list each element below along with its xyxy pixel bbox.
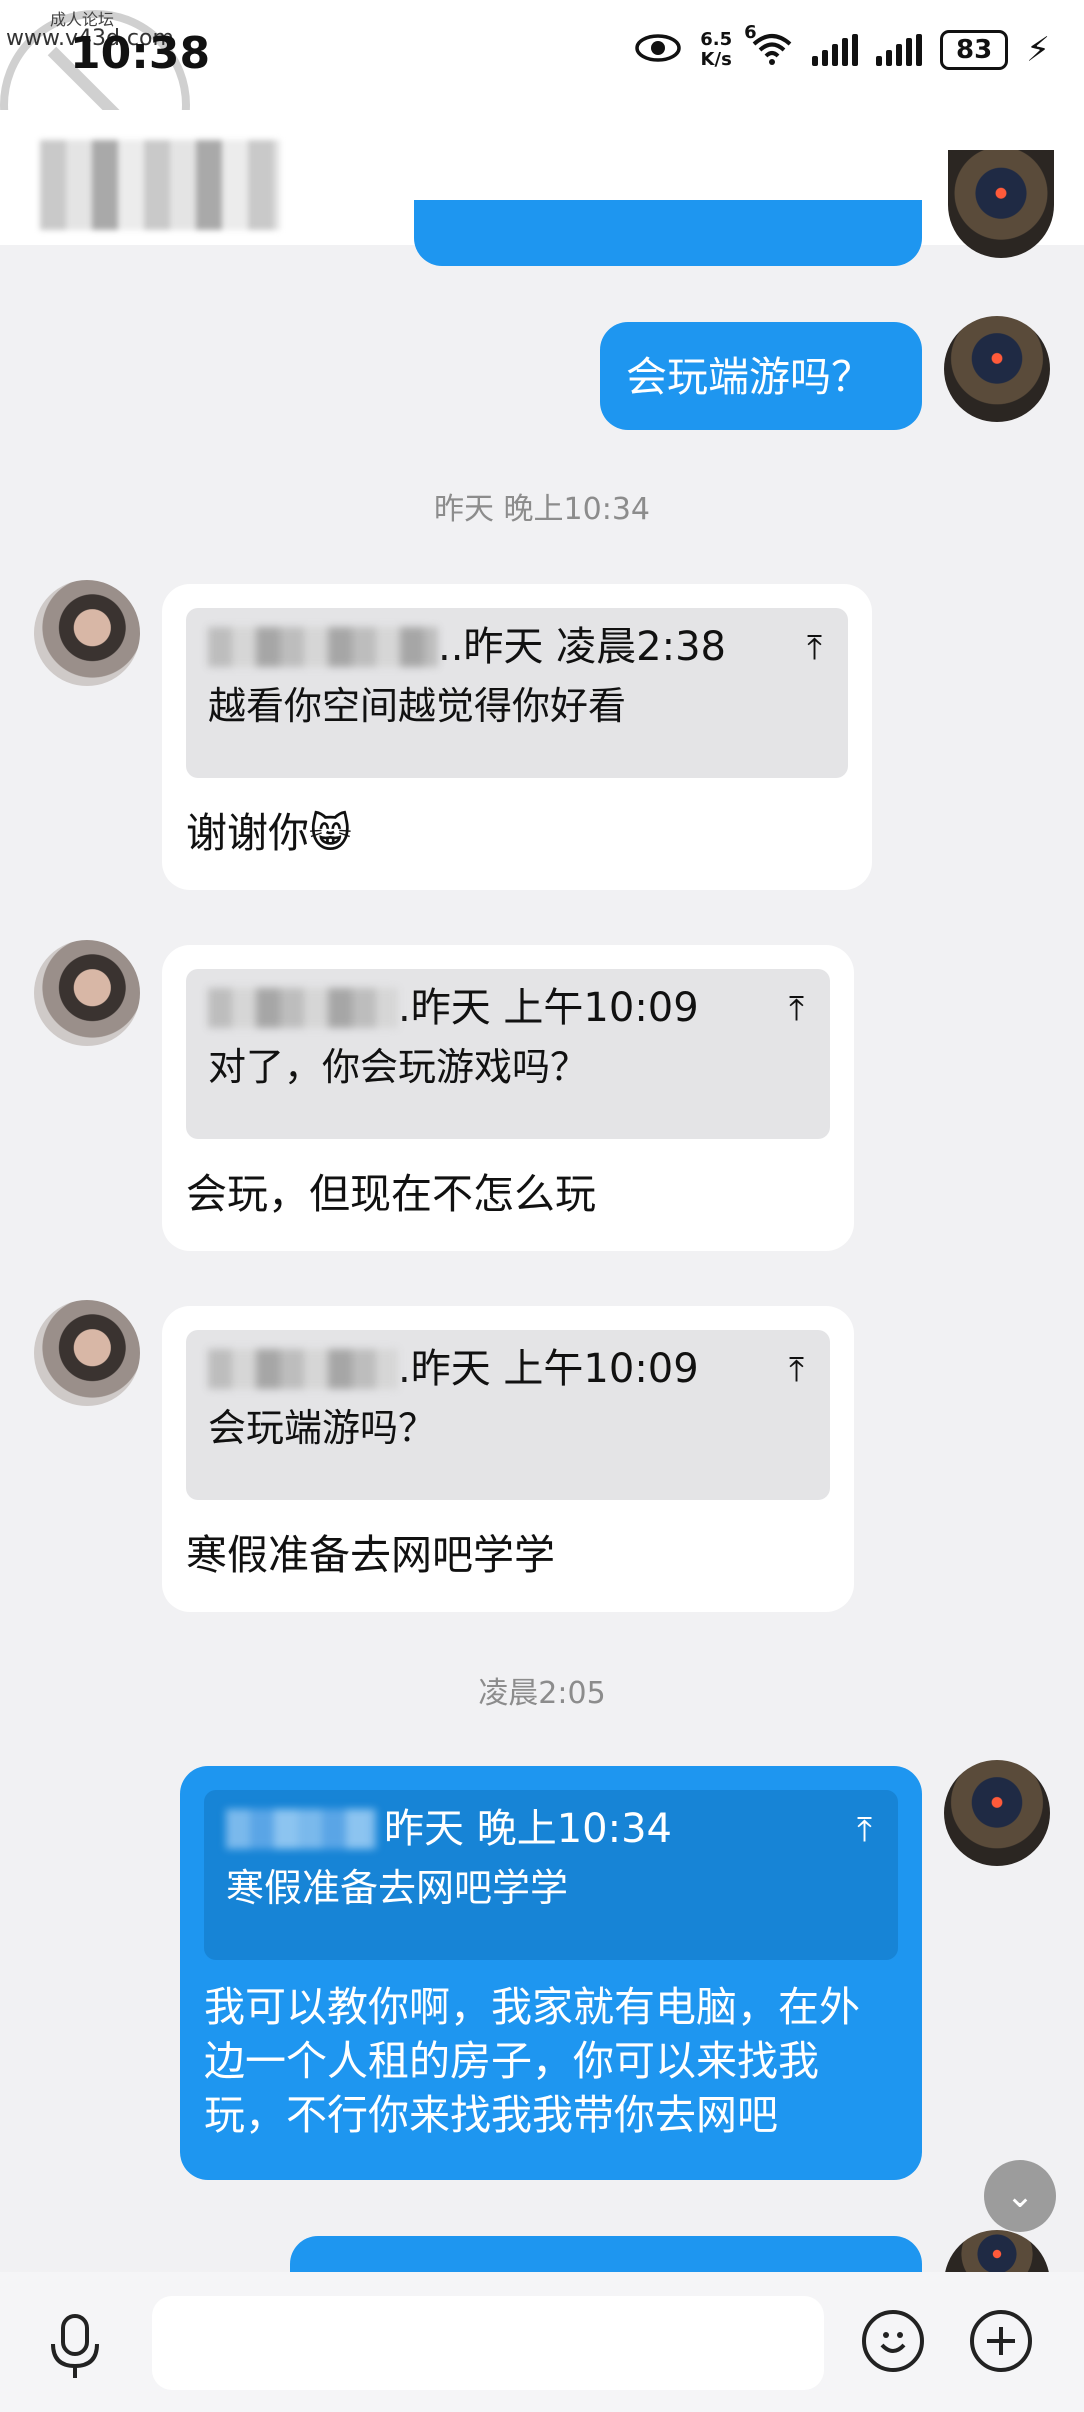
message-text: 会玩，但现在不怎么玩 <box>186 1170 596 1218</box>
quoted-message-header: 昨天 晚上10:34 <box>226 1804 876 1854</box>
message-text: 会玩端游吗？ <box>626 353 872 401</box>
quoted-sender-blurred <box>208 627 438 667</box>
message-bubble-incoming[interactable]: ..昨天 凌晨2:38 越看你空间越觉得你好看 ⤒ 谢谢你😸 <box>162 584 872 890</box>
quoted-sender-blurred <box>208 1349 398 1389</box>
quoted-sender-blurred <box>226 1809 376 1849</box>
message-bubble-incoming[interactable]: .昨天 上午10:09 会玩端游吗？ ⤒ 寒假准备去网吧学学 <box>162 1306 854 1612</box>
quoted-time: ..昨天 凌晨2:38 <box>438 624 726 670</box>
message-text: 谢谢你😸 <box>186 809 352 857</box>
self-avatar[interactable] <box>944 316 1050 422</box>
jump-to-original-icon[interactable]: ⤒ <box>857 1810 872 1850</box>
network-type: 6 <box>744 22 757 43</box>
quoted-time: .昨天 上午10:09 <box>398 1346 699 1392</box>
contact-avatar[interactable] <box>34 940 140 1046</box>
charging-icon: ⚡ <box>1026 30 1050 70</box>
contact-name-blurred <box>40 140 280 230</box>
message-bubble-partial[interactable] <box>414 200 922 266</box>
quoted-text: 会玩端游吗？ <box>208 1406 437 1450</box>
message-input[interactable] <box>152 2296 824 2390</box>
quoted-message-header: .昨天 上午10:09 <box>208 1344 808 1394</box>
microphone-icon[interactable] <box>45 2312 105 2382</box>
message-text: 寒假准备去网吧学学 <box>186 1531 555 1579</box>
scroll-to-bottom-button[interactable]: ⌄ <box>984 2160 1056 2232</box>
message-timestamp: 凌晨2:05 <box>478 1676 606 1711</box>
message-input-bar <box>0 2272 1084 2412</box>
quoted-message[interactable]: .昨天 上午10:09 会玩端游吗？ ⤒ <box>186 1330 830 1500</box>
eye-icon <box>634 32 682 68</box>
quoted-text: 寒假准备去网吧学学 <box>226 1866 569 1910</box>
signal-icon <box>812 34 859 66</box>
net-speed: 6.5 K/s <box>700 30 732 70</box>
signal-icon-2 <box>876 34 923 66</box>
quoted-time: 昨天 晚上10:34 <box>384 1806 672 1852</box>
quoted-time: .昨天 上午10:09 <box>398 985 699 1031</box>
message-text: 我可以教你啊，我家就有电脑，在外边一个人租的房子，你可以来找我玩，不行你来找我我… <box>204 1983 860 2139</box>
message-bubble-outgoing[interactable]: 会玩端游吗？ <box>600 322 922 430</box>
quoted-text: 越看你空间越觉得你好看 <box>208 684 627 728</box>
quoted-message[interactable]: .昨天 上午10:09 对了，你会玩游戏吗？ ⤒ <box>186 969 830 1139</box>
quoted-sender-blurred <box>208 988 398 1028</box>
quoted-text: 对了，你会玩游戏吗？ <box>208 1045 589 1089</box>
net-speed-value: 6.5 <box>700 29 733 50</box>
self-avatar[interactable] <box>948 150 1054 258</box>
quoted-message[interactable]: 昨天 晚上10:34 寒假准备去网吧学学 ⤒ <box>204 1790 898 1960</box>
message-bubble-incoming[interactable]: .昨天 上午10:09 对了，你会玩游戏吗？ ⤒ 会玩，但现在不怎么玩 <box>162 945 854 1251</box>
jump-to-original-icon[interactable]: ⤒ <box>789 1350 804 1390</box>
quoted-message-header: ..昨天 凌晨2:38 <box>208 622 826 672</box>
message-bubble-outgoing[interactable]: 昨天 晚上10:34 寒假准备去网吧学学 ⤒ 我可以教你啊，我家就有电脑，在外边… <box>180 1766 922 2180</box>
battery-level: 83 <box>940 30 1009 70</box>
jump-to-original-icon[interactable]: ⤒ <box>807 628 822 668</box>
status-bar: 成人论坛 www.v43d.com 10:38 6.5 K/s 6 83 ⚡ <box>0 0 1084 200</box>
contact-avatar[interactable] <box>34 1300 140 1406</box>
quoted-message-header: .昨天 上午10:09 <box>208 983 808 1033</box>
jump-to-original-icon[interactable]: ⤒ <box>789 989 804 1029</box>
plus-icon[interactable] <box>970 2310 1032 2372</box>
wifi-icon: 6 <box>744 22 794 70</box>
quoted-message[interactable]: ..昨天 凌晨2:38 越看你空间越觉得你好看 ⤒ <box>186 608 848 778</box>
status-time: 10:38 <box>70 28 211 79</box>
self-avatar[interactable] <box>944 1760 1050 1866</box>
status-icons: 6.5 K/s 6 83 ⚡ <box>634 22 1050 70</box>
message-timestamp: 昨天 晚上10:34 <box>434 492 650 527</box>
chevron-down-icon: ⌄ <box>1005 2176 1035 2216</box>
net-speed-unit: K/s <box>700 49 732 70</box>
contact-avatar[interactable] <box>34 580 140 686</box>
emoji-icon[interactable] <box>862 2310 924 2372</box>
